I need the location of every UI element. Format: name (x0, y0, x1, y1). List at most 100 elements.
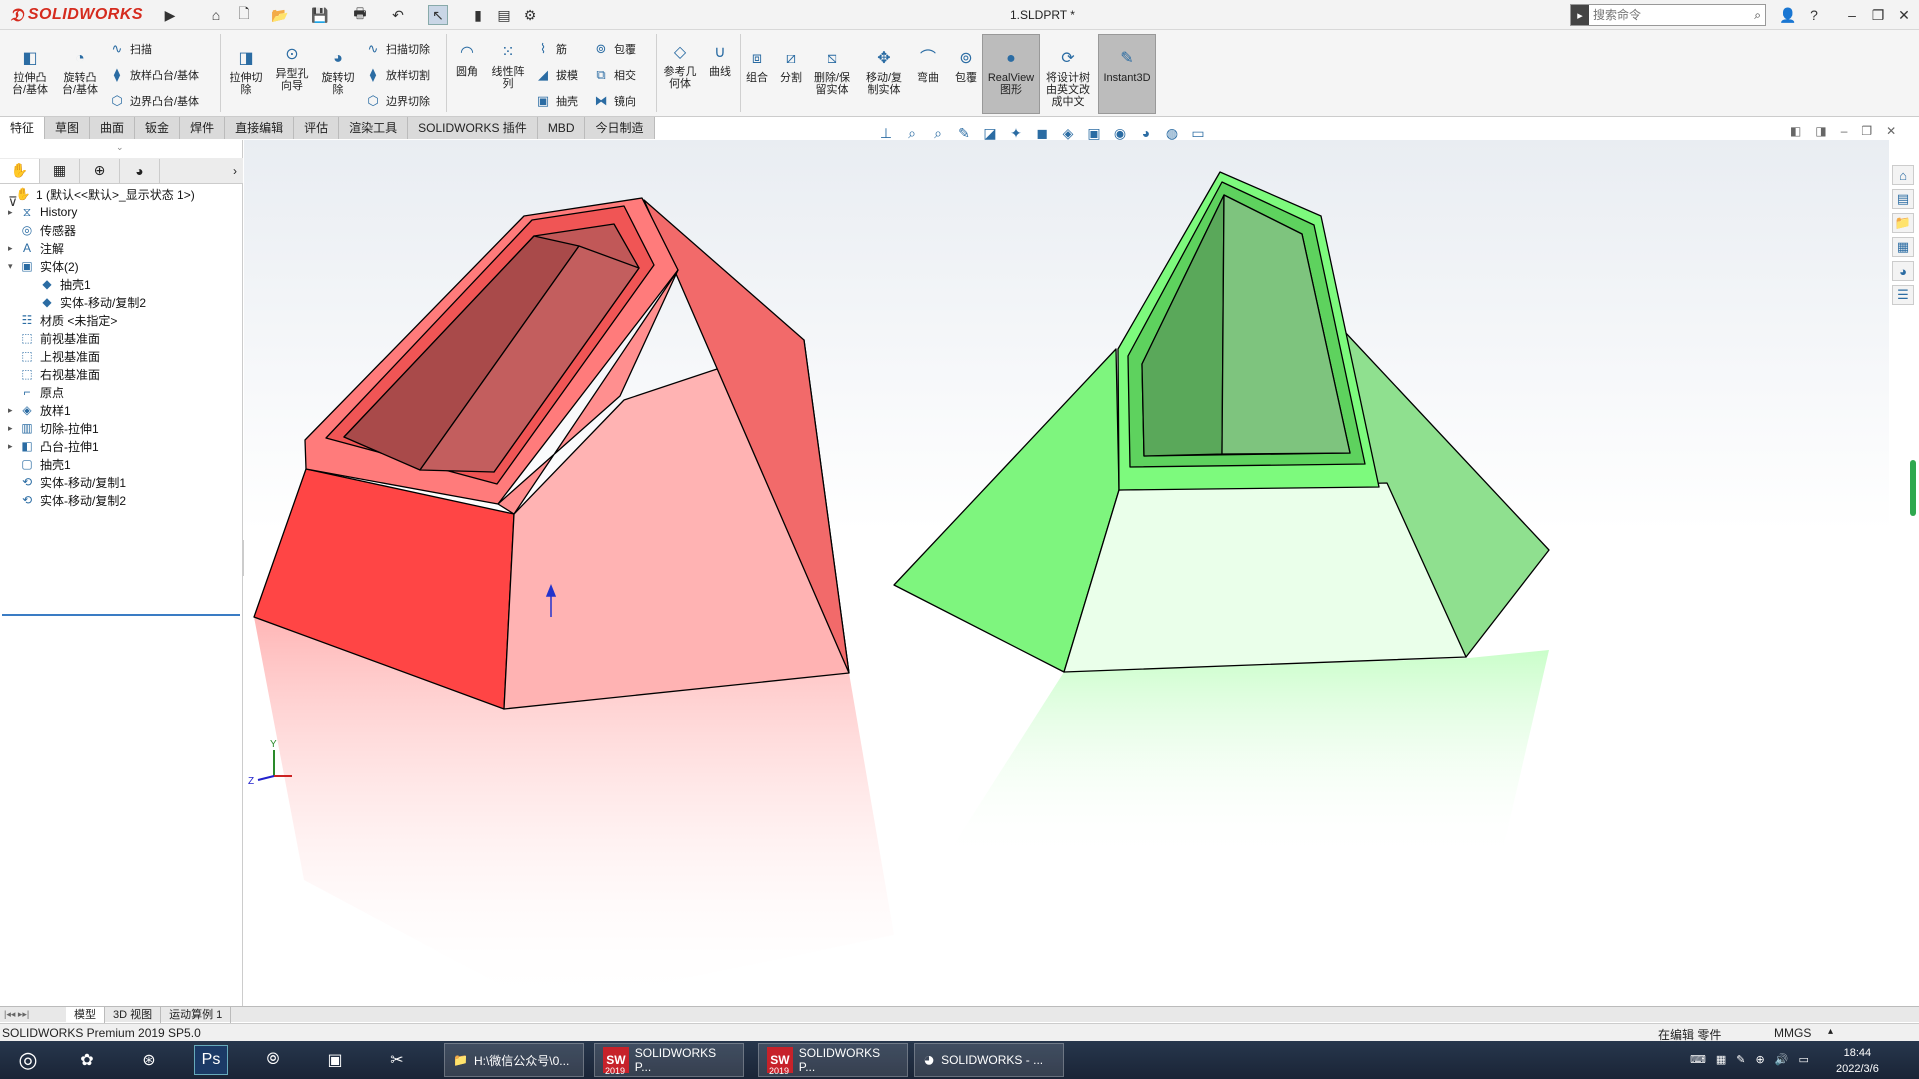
tab-4[interactable]: 焊件 (180, 117, 226, 139)
zoom-to-fit-icon[interactable]: ⌕ (902, 123, 922, 143)
zoom-area-icon[interactable]: ⌕ (928, 123, 948, 143)
extrude-cut-button[interactable]: ◨ 拉伸切 除 (226, 48, 266, 97)
hide-show-items-icon[interactable]: ◈ (1058, 123, 1078, 143)
expand-arrow-icon[interactable]: ▸ (8, 405, 18, 416)
close-button[interactable]: ✕ (1892, 4, 1916, 26)
tree-item[interactable]: ⬚ 上视基准面 (8, 347, 100, 365)
tab-1[interactable]: 草图 (45, 117, 91, 139)
section-view-icon[interactable]: ◪ (980, 123, 1000, 143)
expand-arrow-icon[interactable]: ▸ (8, 423, 18, 434)
extrude-boss-button[interactable]: ◧ 拉伸凸 台/基体 (10, 48, 50, 97)
mirror-button[interactable]: ⧓ 镜向 (592, 92, 637, 110)
move-copy-body-button[interactable]: ✥ 移动/复 制实体 (862, 48, 906, 97)
expand-menu-icon[interactable]: ▶ (160, 5, 180, 25)
dynamic-annotation-icon[interactable]: ✦ (1006, 123, 1026, 143)
display-style-icon[interactable]: ◼ (1032, 123, 1052, 143)
display-monitor-icon[interactable]: ▭ (1188, 123, 1208, 143)
appearances-icon[interactable]: ◕ (1892, 261, 1914, 281)
taskbar-app-button[interactable]: 2019 SW SOLIDWORKS P... (758, 1043, 908, 1077)
bottom-tab-0[interactable]: 模型 (66, 1006, 105, 1023)
wrap-body-button[interactable]: ⊚ 包覆 (950, 48, 982, 85)
display-manager-tab-icon[interactable]: ◕ (120, 158, 160, 183)
tree-item[interactable]: ▾ ▣ 实体(2) (8, 257, 79, 275)
revolve-cut-button[interactable]: ◕ 旋转切 除 (318, 48, 358, 97)
minimize-button[interactable]: – (1840, 4, 1864, 26)
apply-scene-icon[interactable]: ◕ (1136, 123, 1156, 143)
viewport-restore-icon[interactable]: ❐ (1861, 124, 1872, 138)
tree-item[interactable]: ▢ 抽壳1 (8, 455, 70, 473)
taskbar-app-button[interactable]: ◕ SOLIDWORKS - ... (914, 1043, 1064, 1077)
status-units[interactable]: MMGS (1774, 1026, 1811, 1040)
undo-icon[interactable]: ↶ (388, 5, 408, 25)
view-orientation-icon[interactable]: ⊥ (876, 123, 896, 143)
expand-arrow-icon[interactable]: ▸ (8, 207, 18, 218)
open-icon[interactable]: 📂 (270, 5, 290, 25)
print-icon[interactable]: 🖶 (350, 5, 370, 25)
split-button[interactable]: ⧄ 分割 (776, 48, 806, 85)
viewport-minimize-icon[interactable]: – (1841, 124, 1848, 138)
expand-arrow-icon[interactable]: ▸ (8, 243, 18, 254)
tab-2[interactable]: 曲面 (90, 117, 136, 139)
task-pane-scroll-handle[interactable] (1910, 460, 1916, 516)
tab-8[interactable]: SOLIDWORKS 插件 (408, 117, 538, 139)
fillet-button[interactable]: ◠ 圆角 (452, 42, 482, 79)
draft-button[interactable]: ◢ 拔模 (534, 66, 578, 84)
expand-arrow-icon[interactable]: ▾ (8, 261, 18, 272)
taskbar-browser-icon[interactable]: ⊛ (132, 1045, 166, 1075)
tree-item[interactable]: ▸ ◧ 凸台-拉伸1 (8, 437, 99, 455)
search-commands[interactable]: ▸ ⌕ (1570, 4, 1766, 26)
tab-3[interactable]: 钣金 (135, 117, 181, 139)
expand-arrow-icon[interactable]: ▸ (8, 441, 18, 452)
tree-item[interactable]: ▸ ◈ 放样1 (8, 401, 71, 419)
user-icon[interactable]: 👤 (1776, 4, 1800, 26)
tab-scroll-arrows-icon[interactable]: |◂◂ ▸▸| (0, 1009, 66, 1020)
realview-button[interactable]: ● RealView 图形 (984, 48, 1038, 97)
previous-view-icon[interactable]: ✎ (954, 123, 974, 143)
tree-item[interactable]: ▸ ⧖ History (8, 203, 77, 221)
units-dropdown-icon[interactable]: ▴ (1828, 1026, 1833, 1037)
search-icon[interactable]: ⌕ (1754, 8, 1765, 23)
reference-geometry-button[interactable]: ◇ 参考几 何体 (660, 42, 700, 91)
loft-cut-button[interactable]: ⧫ 放样切割 (364, 66, 430, 84)
tab-0[interactable]: 特征 (0, 117, 46, 139)
file-properties-icon[interactable]: ▤ (494, 5, 514, 25)
new-document-icon[interactable]: 🗋 (234, 5, 254, 25)
sweep-button[interactable]: ∿ 扫描 (108, 40, 152, 58)
rollback-bar[interactable] (2, 614, 240, 616)
tree-item[interactable]: ⌐ 原点 (8, 383, 64, 401)
viewport-tile-right-icon[interactable]: ◨ (1815, 124, 1826, 138)
tree-item[interactable]: ⬚ 右视基准面 (8, 365, 100, 383)
tab-10[interactable]: 今日制造 (585, 117, 655, 139)
linear-pattern-button[interactable]: ⁙ 线性阵 列 (486, 42, 530, 91)
tab-7[interactable]: 渲染工具 (339, 117, 409, 139)
design-library-icon[interactable]: ▤ (1892, 189, 1914, 209)
configuration-tab-icon[interactable]: ⊕ (80, 158, 120, 183)
taskbar-app-icon[interactable]: ✿ (70, 1045, 104, 1075)
view-palette-icon[interactable]: ▦ (1892, 237, 1914, 257)
tray-input-icon[interactable]: ✎ (1736, 1053, 1745, 1066)
search-input[interactable] (1589, 8, 1739, 22)
tree-item[interactable]: ▸ ▥ 切除-拉伸1 (8, 419, 99, 437)
taskbar-tool-icon[interactable]: ✂ (380, 1045, 414, 1075)
graphics-area[interactable]: Y Z (244, 140, 1889, 1008)
combine-button[interactable]: ⧈ 组合 (742, 48, 772, 85)
expand-arrow-icon[interactable]: › (233, 164, 243, 178)
featuremanager-tab-icon[interactable]: ✋ (0, 158, 40, 183)
tree-item[interactable]: ◎ 传感器 (8, 221, 76, 239)
save-icon[interactable]: 💾 (310, 5, 330, 25)
photoshop-icon[interactable]: Ps (194, 1045, 228, 1075)
green-body[interactable] (893, 171, 1550, 673)
help-icon[interactable]: ? (1802, 4, 1826, 26)
wrap-button[interactable]: ⊚ 包覆 (592, 40, 636, 58)
taskbar-clock[interactable]: 18:44 2022/3/6 (1836, 1045, 1879, 1077)
solidworks-resources-icon[interactable]: ⌂ (1892, 165, 1914, 185)
bottom-tab-2[interactable]: 运动算例 1 (161, 1006, 232, 1023)
custom-properties-icon[interactable]: ☰ (1892, 285, 1914, 305)
hole-wizard-button[interactable]: ⊙ 异型孔 向导 (270, 44, 314, 93)
instant3d-button[interactable]: ✎ Instant3D (1098, 48, 1156, 85)
tree-item[interactable]: ⬚ 前视基准面 (8, 329, 100, 347)
options-gear-icon[interactable]: ⚙ (520, 5, 540, 25)
propertymanager-tab-icon[interactable]: ▦ (40, 158, 80, 183)
tree-item[interactable]: ◆ 实体-移动/复制2 (38, 293, 146, 311)
pane-grip-icon[interactable]: ⌄ (116, 142, 124, 153)
